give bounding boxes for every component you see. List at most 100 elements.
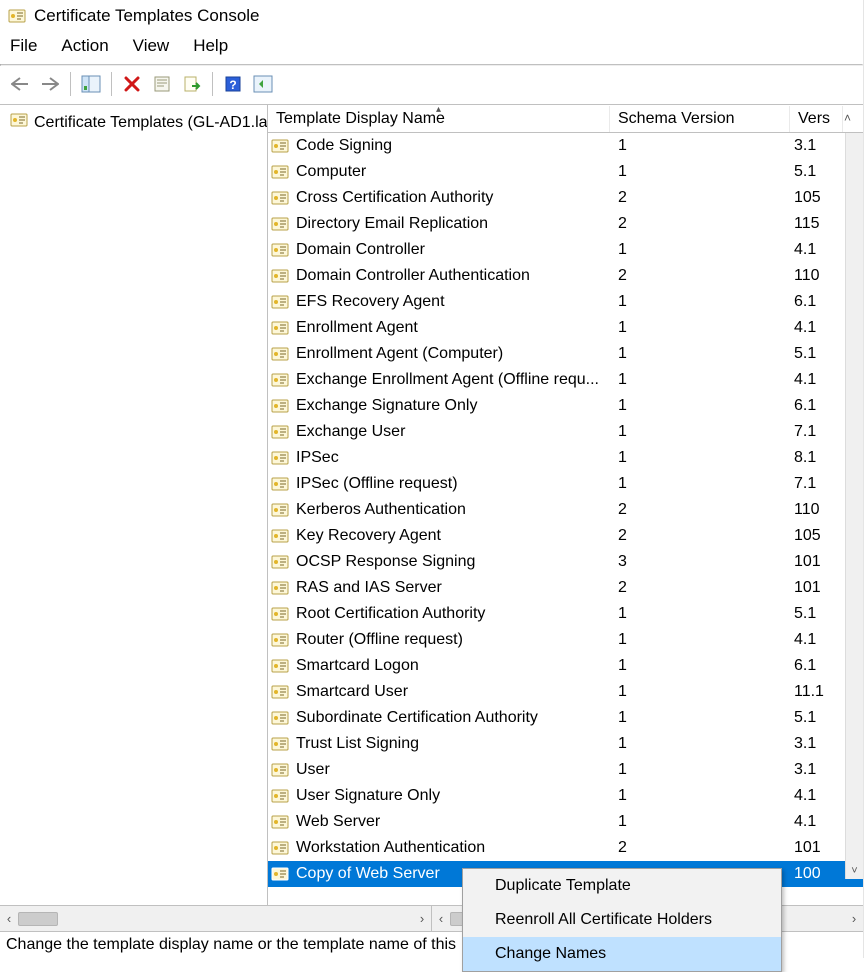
table-row[interactable]: Enrollment Agent (Computer)15.1 xyxy=(268,341,863,367)
table-row[interactable]: Workstation Authentication2101 xyxy=(268,835,863,861)
cell-template-name: Cross Certification Authority xyxy=(292,189,610,207)
cell-version: 4.1 xyxy=(790,787,843,805)
tree-root[interactable]: Certificate Templates (GL-AD1.la xyxy=(6,109,267,136)
table-row[interactable]: IPSec18.1 xyxy=(268,445,863,471)
certificate-template-icon xyxy=(268,865,292,883)
certificate-template-icon xyxy=(268,345,292,363)
table-row[interactable]: Exchange Enrollment Agent (Offline requ.… xyxy=(268,367,863,393)
title-bar: Certificate Templates Console xyxy=(0,0,863,30)
table-row[interactable]: Smartcard Logon16.1 xyxy=(268,653,863,679)
column-template-name[interactable]: ▴ Template Display Name xyxy=(268,106,610,132)
context-menu-item[interactable]: Reenroll All Certificate Holders xyxy=(463,903,781,937)
menu-help[interactable]: Help xyxy=(193,36,228,56)
cell-schema-version: 1 xyxy=(610,423,790,441)
cell-schema-version: 2 xyxy=(610,579,790,597)
cell-template-name: Code Signing xyxy=(292,137,610,155)
cell-version: 5.1 xyxy=(790,605,843,623)
scroll-left-icon[interactable]: ‹ xyxy=(0,911,18,926)
context-menu-item[interactable]: Change Names xyxy=(463,937,781,971)
table-row[interactable]: Root Certification Authority15.1 xyxy=(268,601,863,627)
table-row[interactable]: Smartcard User111.1 xyxy=(268,679,863,705)
menu-action[interactable]: Action xyxy=(61,36,108,56)
cell-template-name: Domain Controller Authentication xyxy=(292,267,610,285)
rows-container: Code Signing13.1Computer15.1Cross Certif… xyxy=(268,133,863,905)
certificate-template-icon xyxy=(268,787,292,805)
properties-button[interactable] xyxy=(148,70,176,98)
scroll-right-icon[interactable]: › xyxy=(845,911,863,926)
cell-schema-version: 1 xyxy=(610,319,790,337)
cell-version: 8.1 xyxy=(790,449,843,467)
table-row[interactable]: Subordinate Certification Authority15.1 xyxy=(268,705,863,731)
vertical-scrollbar[interactable]: ˅ xyxy=(845,133,863,879)
cell-template-name: Trust List Signing xyxy=(292,735,610,753)
table-row[interactable]: OCSP Response Signing3101 xyxy=(268,549,863,575)
cell-template-name: Directory Email Replication xyxy=(292,215,610,233)
scroll-up-icon[interactable]: ˄ xyxy=(844,111,851,125)
certificate-template-icon xyxy=(268,631,292,649)
help-button[interactable]: ? xyxy=(219,70,247,98)
menu-file[interactable]: File xyxy=(10,36,37,56)
column-version[interactable]: Vers xyxy=(790,106,843,132)
certificate-template-icon xyxy=(268,163,292,181)
scroll-down-icon[interactable]: ˅ xyxy=(846,865,863,877)
table-row[interactable]: Computer15.1 xyxy=(268,159,863,185)
cell-version: 3.1 xyxy=(790,735,843,753)
table-row[interactable]: EFS Recovery Agent16.1 xyxy=(268,289,863,315)
table-row[interactable]: Kerberos Authentication2110 xyxy=(268,497,863,523)
scroll-left-icon[interactable]: ‹ xyxy=(432,911,450,926)
table-row[interactable]: Key Recovery Agent2105 xyxy=(268,523,863,549)
certificate-template-icon xyxy=(268,761,292,779)
table-row[interactable]: IPSec (Offline request)17.1 xyxy=(268,471,863,497)
forward-button[interactable] xyxy=(36,70,64,98)
app-window: Certificate Templates Console File Actio… xyxy=(0,0,864,958)
table-row[interactable]: Web Server14.1 xyxy=(268,809,863,835)
cell-template-name: Exchange User xyxy=(292,423,610,441)
certificate-template-icon xyxy=(268,189,292,207)
cell-version: 6.1 xyxy=(790,397,843,415)
scroll-right-icon[interactable]: › xyxy=(413,911,431,926)
delete-button[interactable] xyxy=(118,70,146,98)
menu-bar: File Action View Help xyxy=(0,30,863,64)
tree-pane: Certificate Templates (GL-AD1.la xyxy=(0,105,268,905)
table-row[interactable]: Router (Offline request)14.1 xyxy=(268,627,863,653)
table-row[interactable]: Code Signing13.1 xyxy=(268,133,863,159)
column-schema-version[interactable]: Schema Version xyxy=(610,106,790,132)
table-row[interactable]: Enrollment Agent14.1 xyxy=(268,315,863,341)
back-button[interactable] xyxy=(6,70,34,98)
certificate-template-icon xyxy=(268,371,292,389)
certificate-template-icon xyxy=(268,475,292,493)
cell-template-name: Enrollment Agent xyxy=(292,319,610,337)
cell-schema-version: 1 xyxy=(610,163,790,181)
context-menu-item[interactable]: Duplicate Template xyxy=(463,869,781,903)
table-row[interactable]: Exchange Signature Only16.1 xyxy=(268,393,863,419)
table-row[interactable]: Trust List Signing13.1 xyxy=(268,731,863,757)
tree-horizontal-scrollbar[interactable]: ‹ › xyxy=(0,906,432,931)
cell-schema-version: 1 xyxy=(610,813,790,831)
table-row[interactable]: Cross Certification Authority2105 xyxy=(268,185,863,211)
export-button[interactable] xyxy=(178,70,206,98)
menu-view[interactable]: View xyxy=(133,36,170,56)
table-row[interactable]: User Signature Only14.1 xyxy=(268,783,863,809)
table-row[interactable]: RAS and IAS Server2101 xyxy=(268,575,863,601)
list-pane: ▴ Template Display Name Schema Version V… xyxy=(268,105,863,905)
cell-version: 105 xyxy=(790,527,843,545)
cell-template-name: EFS Recovery Agent xyxy=(292,293,610,311)
scrollbar-thumb[interactable] xyxy=(18,912,58,926)
table-row[interactable]: Directory Email Replication2115 xyxy=(268,211,863,237)
certificate-template-icon xyxy=(10,111,28,134)
refresh-button[interactable] xyxy=(249,70,277,98)
column-headers: ▴ Template Display Name Schema Version V… xyxy=(268,105,863,133)
cell-schema-version: 2 xyxy=(610,839,790,857)
cell-schema-version: 1 xyxy=(610,735,790,753)
cell-template-name: OCSP Response Signing xyxy=(292,553,610,571)
cell-schema-version: 1 xyxy=(610,475,790,493)
cell-template-name: Smartcard Logon xyxy=(292,657,610,675)
cell-schema-version: 2 xyxy=(610,501,790,519)
table-row[interactable]: Domain Controller Authentication2110 xyxy=(268,263,863,289)
cell-template-name: Router (Offline request) xyxy=(292,631,610,649)
table-row[interactable]: Exchange User17.1 xyxy=(268,419,863,445)
table-row[interactable]: User13.1 xyxy=(268,757,863,783)
certificate-template-icon xyxy=(268,423,292,441)
table-row[interactable]: Domain Controller14.1 xyxy=(268,237,863,263)
show-hide-tree-button[interactable] xyxy=(77,70,105,98)
